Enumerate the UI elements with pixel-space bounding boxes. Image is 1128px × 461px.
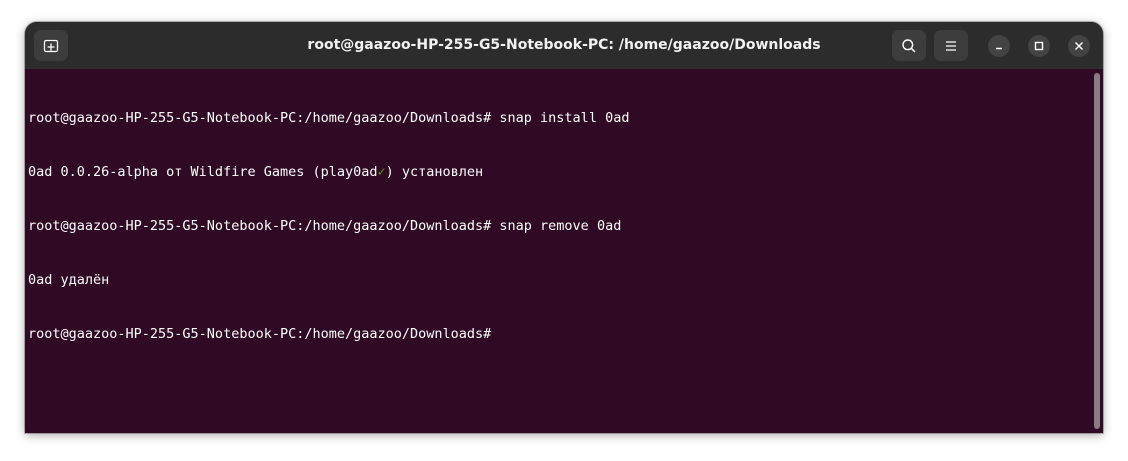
new-tab-button[interactable] [34,30,68,61]
terminal-window: root@gaazoo-HP-255-G5-Notebook-PC: /home… [25,22,1103,433]
header-bar: root@gaazoo-HP-255-G5-Notebook-PC: /home… [25,22,1103,69]
new-tab-icon [43,39,59,52]
hamburger-menu-icon [946,40,956,51]
maximize-button[interactable] [1028,35,1050,57]
verified-check-icon: ✓ [377,164,386,180]
vertical-scrollbar[interactable] [1094,73,1100,429]
terminal-line: root@gaazoo-HP-255-G5-Notebook-PC:/home/… [28,217,629,235]
output-text: 0ad 0.0.26-alpha от Wildfire Games (play… [28,164,378,180]
minimize-icon [996,47,1002,50]
shell-prompt: root@gaazoo-HP-255-G5-Notebook-PC:/home/… [28,218,492,234]
terminal-output[interactable]: root@gaazoo-HP-255-G5-Notebook-PC:/home/… [25,69,1103,433]
terminal-line: root@gaazoo-HP-255-G5-Notebook-PC:/home/… [28,325,629,343]
command-text: snap remove 0ad [491,218,622,234]
output-text: 0ad удалён [28,272,110,288]
shell-prompt: root@gaazoo-HP-255-G5-Notebook-PC:/home/… [28,326,492,342]
maximize-icon [1034,41,1044,51]
terminal-line: 0ad 0.0.26-alpha от Wildfire Games (play… [28,163,629,181]
shell-prompt: root@gaazoo-HP-255-G5-Notebook-PC:/home/… [28,110,492,126]
close-button[interactable] [1068,35,1090,57]
minimize-button[interactable] [988,35,1010,57]
search-button[interactable] [892,30,926,61]
command-text: snap install 0ad [491,110,630,126]
search-icon [902,38,916,53]
close-icon [1074,41,1084,51]
terminal-line: 0ad удалён [28,271,629,289]
menu-button[interactable] [934,30,968,61]
output-text: ) установлен [385,164,484,180]
terminal-line: root@gaazoo-HP-255-G5-Notebook-PC:/home/… [28,109,629,127]
